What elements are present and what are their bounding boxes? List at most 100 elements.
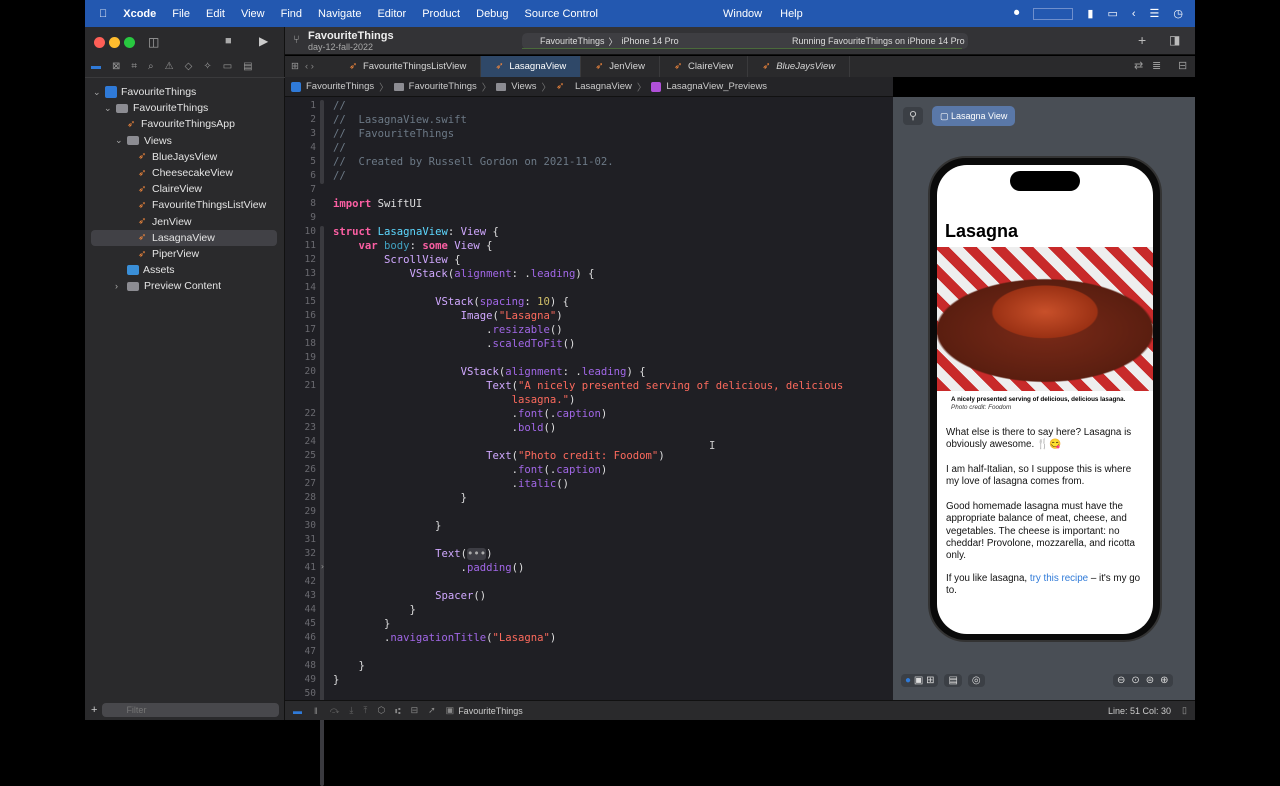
tree-item[interactable]: ➶ CheesecakeView [85, 165, 277, 181]
code-line[interactable]: .bold() [333, 422, 557, 434]
inspector-toggle-icon[interactable]: ◨ [1169, 33, 1180, 47]
tree-item[interactable]: ➶ ClaireView [85, 181, 277, 197]
report-icon[interactable]: ▤ [243, 61, 252, 72]
menu-source-control[interactable]: Source Control [525, 8, 598, 20]
code-line[interactable]: struct LasagnaView: View { [333, 226, 499, 238]
view-debugger-icon[interactable]: ⬡ [377, 705, 385, 716]
grid-icon[interactable]: ⊞ [285, 61, 305, 72]
code-line[interactable]: Spacer() [333, 590, 486, 602]
location-icon[interactable]: ➚ [428, 705, 436, 716]
step-out-icon[interactable]: ⤒ [363, 705, 367, 716]
color-scheme-icon[interactable]: ◎ [967, 674, 985, 687]
clock-icon[interactable]: ◷ [1173, 7, 1183, 20]
jump-bar-item[interactable]: LasagnaView_Previews [666, 81, 767, 92]
debug-icon[interactable]: ✧ [203, 61, 211, 72]
tree-item[interactable]: ➶ BlueJaysView [85, 149, 277, 165]
nav-back-forward[interactable]: ‹ › [305, 61, 335, 72]
code-line[interactable]: .scaledToFit() [333, 338, 575, 350]
scheme-selector[interactable]: FavouriteThings [540, 36, 605, 46]
tree-item[interactable]: ➶ FavouriteThingsApp [85, 116, 277, 132]
zoom-fit-icon[interactable]: ⊙ [1131, 675, 1139, 686]
menu-window[interactable]: Window [723, 8, 762, 20]
folder-icon[interactable]: ▬ [91, 61, 101, 72]
zoom-window-button[interactable] [124, 37, 135, 48]
code-line[interactable]: VStack(spacing: 10) { [333, 296, 569, 308]
variants-icon[interactable]: ⊞ [926, 675, 934, 686]
split-editor-icon[interactable]: ⊟ [1178, 59, 1187, 72]
filter-input[interactable] [102, 703, 279, 717]
code-line[interactable]: } [333, 674, 339, 686]
device-settings-icon[interactable]: ▤ [944, 674, 962, 687]
environment-icon[interactable]: ⊟ [411, 705, 419, 716]
fold-ribbon-icon[interactable]: › [320, 562, 325, 571]
branch-name[interactable]: day-12-fall-2022 [308, 42, 373, 52]
zoom-100-icon[interactable]: ⊜ [1146, 675, 1154, 686]
sidebar-toggle-icon[interactable]: ◫ [148, 35, 159, 49]
step-over-icon[interactable]: ⤼ [330, 705, 340, 716]
battery-icon[interactable]: ▭ [1107, 7, 1117, 20]
tree-item[interactable]: ⌄ FavouriteThings [85, 100, 277, 116]
selectable-mode-icon[interactable]: ▣ [914, 675, 923, 686]
code-line[interactable]: lasagna.") [333, 394, 576, 406]
jump-bar-item[interactable]: FavouriteThings [306, 81, 374, 92]
run-button[interactable]: ▶ [259, 34, 268, 48]
menu-navigate[interactable]: Navigate [318, 8, 361, 20]
cpu-meter-icon[interactable] [1033, 7, 1074, 20]
code-line[interactable]: } [333, 520, 441, 532]
preview-chip[interactable]: ▢ Lasagna View [932, 106, 1016, 126]
code-line[interactable]: Text("A nicely presented serving of deli… [333, 380, 843, 392]
add-library-icon[interactable]: + [1138, 32, 1146, 48]
disclosure-open-icon[interactable]: ⌄ [115, 135, 127, 146]
chevron-left-icon[interactable]: ‹ [1132, 8, 1136, 20]
jump-bar-item[interactable]: Views [511, 81, 536, 92]
code-line[interactable]: // Created by Russell Gordon on 2021-11-… [333, 156, 614, 168]
menu-file[interactable]: File [172, 8, 190, 20]
source-control-icon[interactable]: ⊠ [112, 61, 120, 72]
tab-lasagnaview[interactable]: ➶ LasagnaView [481, 56, 582, 77]
ram-meter-icon[interactable]: ▮ [1087, 7, 1093, 20]
code-line[interactable]: // FavouriteThings [333, 128, 454, 140]
menu-debug[interactable]: Debug [476, 8, 508, 20]
menu-editor[interactable]: Editor [377, 8, 406, 20]
code-line[interactable]: // [333, 100, 346, 112]
code-line[interactable]: .padding() [333, 562, 525, 574]
tab-bluejaysview[interactable]: ➶ BlueJaysView [748, 56, 851, 77]
menu-product[interactable]: Product [422, 8, 460, 20]
code-line[interactable]: Text("Photo credit: Foodom") [333, 450, 665, 462]
code-line[interactable]: } [333, 604, 416, 616]
disclosure-open-icon[interactable]: ⌄ [93, 87, 105, 98]
code-line[interactable]: VStack(alignment: .leading) { [333, 366, 646, 378]
jump-bar-item[interactable]: LasagnaView [575, 81, 632, 92]
debug-area-toggle-icon[interactable]: ▬ [293, 706, 302, 716]
device-icon[interactable]: ▯ [1182, 705, 1187, 716]
tree-item[interactable]: ➶ PiperView [85, 246, 277, 262]
menu-edit[interactable]: Edit [206, 8, 225, 20]
pause-icon[interactable]: ‖ [314, 706, 318, 716]
tree-item[interactable]: ➶ JenView [85, 214, 277, 230]
code-line[interactable]: // [333, 170, 346, 182]
add-icon[interactable]: + [91, 704, 97, 716]
tab-favouritethingslistview[interactable]: ➶ FavouriteThingsListView [335, 56, 482, 77]
code-line[interactable]: } [333, 618, 390, 630]
close-window-button[interactable] [94, 37, 105, 48]
jump-bar-item[interactable]: FavouriteThings [409, 81, 477, 92]
test-icon[interactable]: ◇ [185, 61, 193, 72]
code-line[interactable]: .italic() [333, 478, 569, 490]
code-editor[interactable]: 1 // 2 // LasagnaView.swift 3 // FavouriteThi… [285, 97, 893, 786]
code-line[interactable]: VStack(alignment: .leading) { [333, 268, 595, 280]
tree-item[interactable]: › Preview Content [85, 278, 277, 294]
code-line[interactable]: var body: some View { [333, 240, 493, 252]
zoom-out-icon[interactable]: ⊖ [1117, 675, 1125, 686]
code-line[interactable]: // LasagnaView.swift [333, 114, 467, 126]
editor-options-icon[interactable]: ≣ [1152, 59, 1161, 72]
live-mode-icon[interactable]: ● [905, 675, 911, 686]
code-line[interactable]: Text(•••) [333, 548, 493, 560]
code-line[interactable]: } [333, 492, 467, 504]
code-line[interactable]: .navigationTitle("Lasagna") [333, 632, 556, 644]
disclosure-open-icon[interactable]: ⌄ [104, 103, 116, 114]
search-icon[interactable]: ⌕ [148, 61, 154, 72]
related-items-icon[interactable]: ⇄ [1134, 59, 1143, 72]
menu-xcode[interactable]: Xcode [123, 8, 156, 20]
tree-item-selected[interactable]: ➶ LasagnaView [91, 229, 277, 246]
folded-code-button[interactable]: ••• [466, 548, 487, 560]
